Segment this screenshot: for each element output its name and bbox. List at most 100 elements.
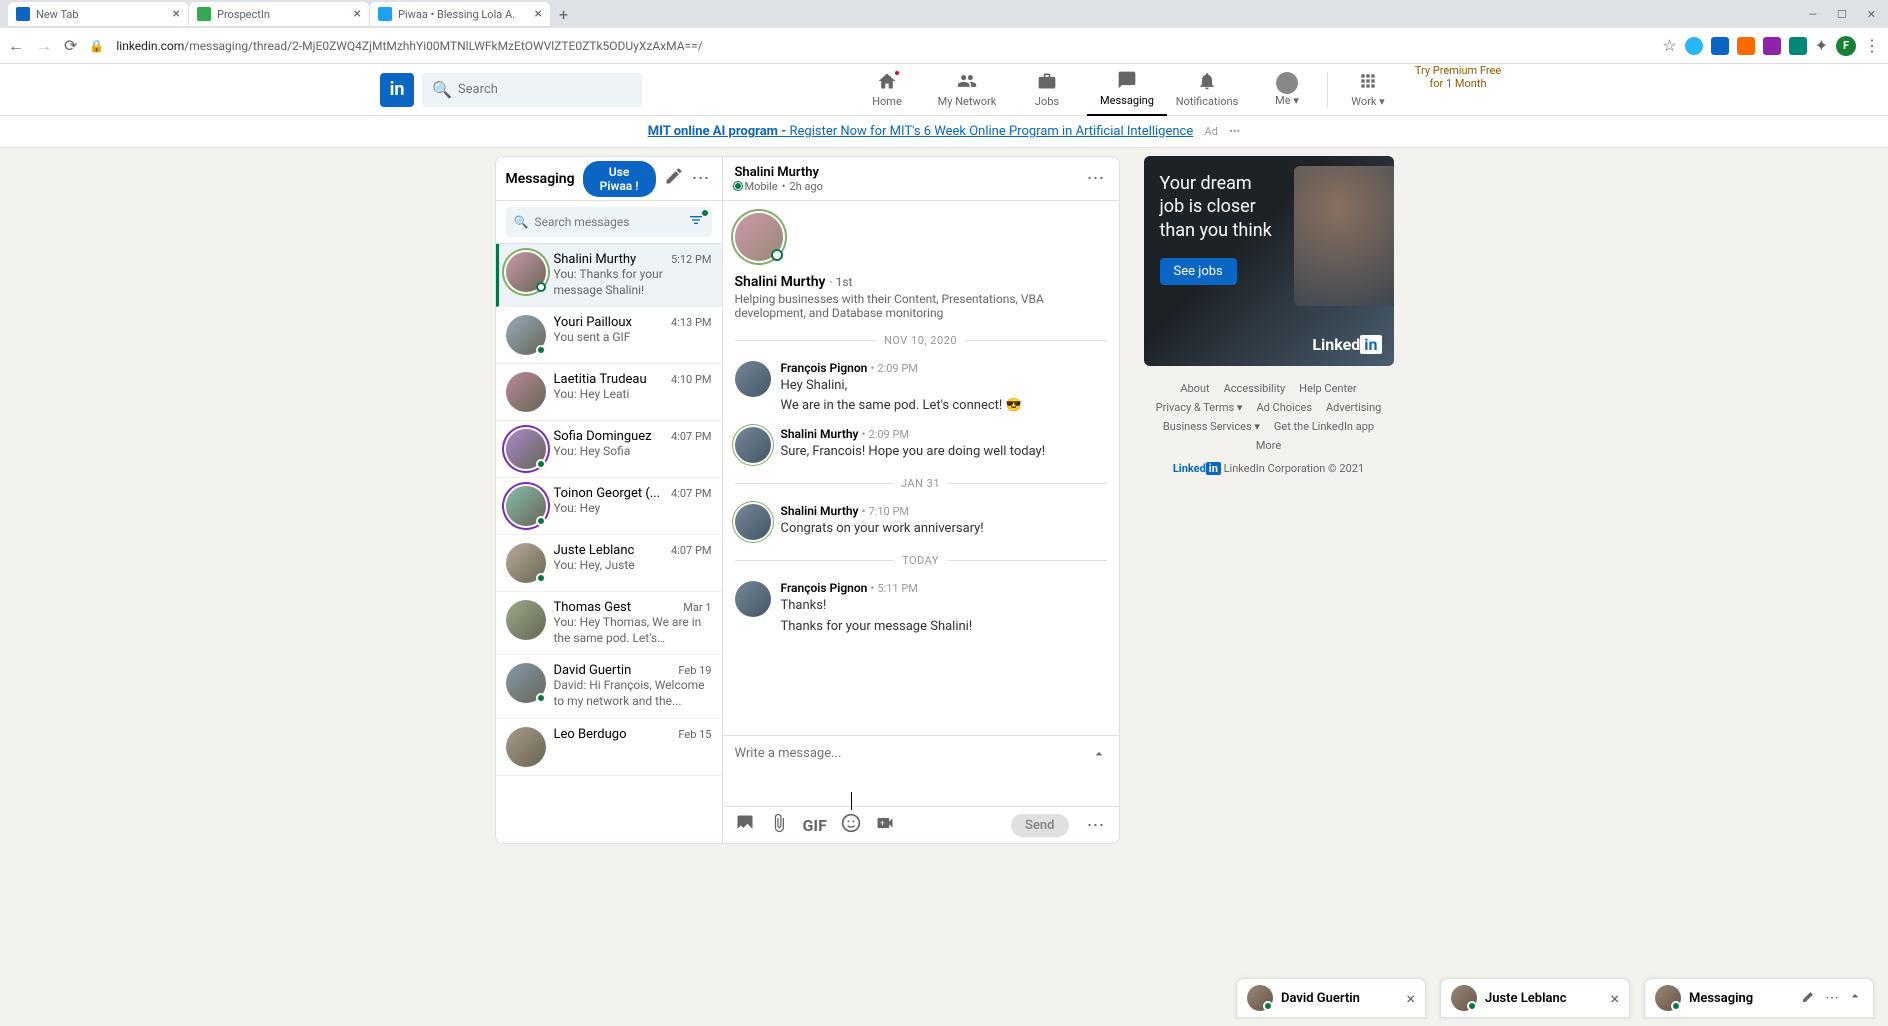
compose-icon[interactable] xyxy=(1801,988,1817,1008)
global-search-input[interactable] xyxy=(458,82,632,97)
nav-jobs[interactable]: Jobs xyxy=(1007,64,1087,116)
message-avatar[interactable] xyxy=(735,427,771,463)
conversation-time: 4:07 PM xyxy=(671,544,711,557)
browser-tab[interactable]: New Tab × xyxy=(8,2,188,26)
footer-link[interactable]: About xyxy=(1180,382,1209,395)
tab-close-icon[interactable]: × xyxy=(173,6,180,22)
footer-link[interactable]: Advertising xyxy=(1326,401,1381,414)
conversation-item[interactable]: Thomas Gest Mar 1 You: Hey Thomas, We ar… xyxy=(496,592,722,655)
extension-icon[interactable] xyxy=(1685,37,1703,55)
footer-link[interactable]: Privacy & Terms ▾ xyxy=(1156,401,1243,414)
close-icon[interactable]: × xyxy=(1610,989,1619,1008)
video-icon[interactable]: + xyxy=(875,813,895,837)
message-sender[interactable]: Shalini Murthy xyxy=(781,504,859,518)
browser-profile-avatar[interactable]: F xyxy=(1836,36,1856,56)
footer-link[interactable]: More xyxy=(1256,439,1281,452)
chevron-up-icon[interactable] xyxy=(1847,988,1863,1008)
gif-button[interactable]: GIF xyxy=(803,816,827,835)
footer-link[interactable]: Ad Choices xyxy=(1256,401,1312,414)
new-tab-button[interactable]: + xyxy=(551,5,576,24)
presence-icon xyxy=(735,183,741,189)
minimize-button[interactable]: — xyxy=(1808,8,1817,21)
linkedin-logo[interactable]: in xyxy=(380,73,414,107)
extensions-menu-icon[interactable]: ✦ xyxy=(1815,36,1828,55)
minimized-chat[interactable]: Juste Leblanc × xyxy=(1440,978,1630,1018)
message-sender[interactable]: François Pignon xyxy=(781,581,868,595)
conversation-item[interactable]: Sofia Dominguez 4:07 PM You: Hey Sofia xyxy=(496,421,722,478)
bookmark-star-icon[interactable]: ☆ xyxy=(1662,36,1676,55)
attachment-icon[interactable] xyxy=(769,813,789,837)
global-search[interactable]: 🔍 xyxy=(422,73,642,107)
message-avatar[interactable] xyxy=(735,504,771,540)
footer-link[interactable]: Accessibility xyxy=(1224,382,1286,395)
conversation-avatar xyxy=(506,429,546,469)
nav-work[interactable]: Work ▾ xyxy=(1328,64,1408,116)
compose-area: GIF + Send ⋯ xyxy=(723,735,1119,843)
message-avatar[interactable] xyxy=(735,581,771,617)
url-display[interactable]: linkedin.com/messaging/thread/2-MjE0ZWQ4… xyxy=(116,39,702,53)
filter-icon[interactable] xyxy=(688,212,704,232)
sponsored-banner[interactable]: MIT online AI program - Register Now for… xyxy=(0,116,1888,148)
nav-home[interactable]: Home xyxy=(847,64,927,116)
presence-indicator xyxy=(536,459,546,469)
ad-menu-icon[interactable]: ••• xyxy=(1229,125,1240,138)
expand-compose-icon[interactable] xyxy=(1091,746,1107,766)
close-icon[interactable]: × xyxy=(1406,989,1415,1008)
conversation-item[interactable]: David Guertin Feb 19 David: Hi François,… xyxy=(496,655,722,718)
forward-button[interactable]: → xyxy=(36,36,52,56)
conversation-item[interactable]: Juste Leblanc 4:07 PM You: Hey, Juste xyxy=(496,535,722,592)
nav-my-network[interactable]: My Network xyxy=(927,64,1007,116)
conversation-more-icon[interactable]: ⋯ xyxy=(692,168,712,189)
footer-link[interactable]: Get the LinkedIn app xyxy=(1274,420,1374,433)
browser-tab[interactable]: ProspectIn × xyxy=(189,2,369,26)
message-avatar[interactable] xyxy=(735,361,771,397)
search-messages[interactable]: 🔍 xyxy=(506,207,712,237)
footer-link[interactable]: Help Center xyxy=(1299,382,1357,395)
conversation-item[interactable]: Youri Pailloux 4:13 PM You sent a GIF xyxy=(496,307,722,364)
contact-avatar[interactable] xyxy=(735,213,783,261)
reload-button[interactable]: ⟳ xyxy=(64,36,77,55)
extension-icon[interactable] xyxy=(1737,37,1755,55)
conversation-preview: You: Hey Leati xyxy=(554,387,712,403)
premium-upsell-link[interactable]: Try Premium Free for 1 Month xyxy=(1408,64,1508,116)
back-button[interactable]: ← xyxy=(8,36,24,56)
compose-icon[interactable] xyxy=(664,166,684,191)
conversation-item[interactable]: Shalini Murthy 5:12 PM You: Thanks for y… xyxy=(496,244,722,307)
use-piwaa-button[interactable]: Use Piwaa ! xyxy=(583,161,656,197)
conversation-item[interactable]: Toinon Georget (... 4:07 PM You: Hey xyxy=(496,478,722,535)
messaging-overlay-tab[interactable]: Messaging ⋯ xyxy=(1644,978,1874,1018)
footer-brand: Linkedin LinkedIn Corporation © 2021 xyxy=(1144,462,1394,475)
see-jobs-button[interactable]: See jobs xyxy=(1160,258,1237,285)
search-messages-input[interactable] xyxy=(534,215,681,229)
conversation-item[interactable]: Laetitia Trudeau 4:10 PM You: Hey Leati xyxy=(496,364,722,421)
message-sender[interactable]: Shalini Murthy xyxy=(781,427,859,441)
close-window-button[interactable]: ✕ xyxy=(1867,8,1876,21)
emoji-icon[interactable] xyxy=(841,813,861,837)
thread-body[interactable]: Shalini Murthy · 1st Helping businesses … xyxy=(723,201,1119,735)
extension-icon[interactable] xyxy=(1763,37,1781,55)
compose-more-icon[interactable]: ⋯ xyxy=(1087,815,1107,836)
tab-close-icon[interactable]: × xyxy=(535,6,542,22)
nav-messaging[interactable]: Messaging xyxy=(1087,64,1167,116)
thread-more-icon[interactable]: ⋯ xyxy=(1087,168,1107,189)
extension-icon[interactable] xyxy=(1711,37,1729,55)
contact-profile-name[interactable]: Shalini Murthy xyxy=(735,274,826,290)
tab-close-icon[interactable]: × xyxy=(354,6,361,22)
sidebar-ad[interactable]: Your dream job is closer than you think … xyxy=(1144,156,1394,366)
minimized-chat[interactable]: David Guertin × xyxy=(1236,978,1426,1018)
more-icon[interactable]: ⋯ xyxy=(1825,990,1839,1006)
send-button[interactable]: Send xyxy=(1011,814,1069,837)
browser-menu-icon[interactable]: ⋮ xyxy=(1864,36,1880,55)
extension-icon[interactable] xyxy=(1789,37,1807,55)
chat-tab-avatar xyxy=(1247,985,1273,1011)
browser-tab[interactable]: Piwaa • Blessing Lola A. × xyxy=(370,2,550,26)
message-sender[interactable]: François Pignon xyxy=(781,361,868,375)
conversation-item[interactable]: Leo Berdugo Feb 15 xyxy=(496,719,722,776)
maximize-button[interactable]: ☐ xyxy=(1837,8,1847,21)
thread-contact-name[interactable]: Shalini Murthy xyxy=(735,165,823,180)
image-icon[interactable] xyxy=(735,813,755,837)
footer-link[interactable]: Business Services ▾ xyxy=(1163,420,1260,433)
message-input[interactable] xyxy=(735,746,1070,776)
nav-notifications[interactable]: Notifications xyxy=(1167,64,1247,116)
nav-me[interactable]: Me ▾ xyxy=(1247,64,1327,116)
